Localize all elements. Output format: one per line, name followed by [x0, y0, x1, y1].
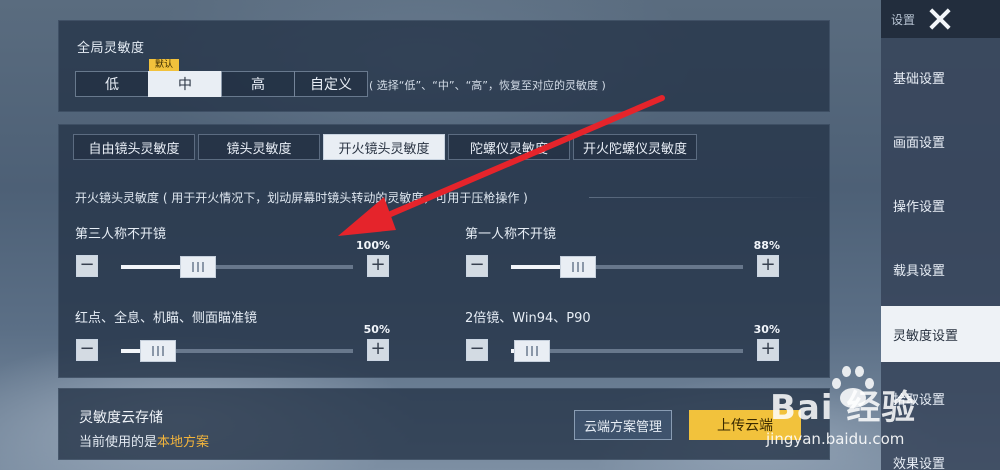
sidebar-item-graphics[interactable]: 画面设置	[881, 113, 1000, 169]
close-icon[interactable]	[925, 4, 955, 34]
sensitivity-detail-panel: 自由镜头灵敏度 镜头灵敏度 开火镜头灵敏度 陀螺仪灵敏度 开火陀螺仪灵敏度 开火…	[58, 124, 830, 378]
baidu-paw-icon	[828, 366, 878, 410]
tab-fire-camera[interactable]: 开火镜头灵敏度	[323, 134, 445, 160]
sensitivity-tabs: 自由镜头灵敏度 镜头灵敏度 开火镜头灵敏度 陀螺仪灵敏度 开火陀螺仪灵敏度	[73, 134, 700, 160]
current-scheme-value: 本地方案	[157, 435, 210, 450]
tab-gyroscope[interactable]: 陀螺仪灵敏度	[448, 134, 570, 160]
slider-thumb[interactable]	[140, 340, 177, 362]
cloud-manage-button[interactable]: 云端方案管理	[574, 410, 672, 440]
slider-fpp-no-scope: 第一人称不开镜 88% − +	[465, 223, 780, 283]
slider-track[interactable]	[121, 256, 353, 278]
slider-thumb[interactable]	[179, 256, 216, 278]
slider-thumb[interactable]	[513, 340, 550, 362]
default-tag: 默认	[149, 59, 180, 71]
sensitivity-option-medium-label: 中	[178, 77, 192, 93]
sidebar-item-controls[interactable]: 操作设置	[881, 177, 1000, 233]
global-sensitivity-selector: 低 默认 中 高 自定义	[75, 59, 368, 97]
tab-free-camera[interactable]: 自由镜头灵敏度	[73, 134, 195, 160]
sensitivity-option-custom[interactable]: 自定义	[294, 71, 368, 97]
slider-tpp-no-scope: 第三人称不开镜 100% − +	[75, 223, 390, 283]
increase-button[interactable]: +	[757, 255, 779, 277]
divider	[589, 197, 819, 198]
slider-label: 第一人称不开镜	[465, 227, 557, 242]
sidebar-header-label: 设置	[891, 13, 916, 27]
slider-red-dot-scope: 红点、全息、机瞄、侧面瞄准镜 50% − +	[75, 307, 390, 367]
current-scheme-prefix: 当前使用的是	[79, 435, 158, 450]
slider-value: 50%	[363, 323, 390, 336]
cloud-storage-title: 灵敏度云存储	[79, 410, 163, 426]
decrease-button[interactable]: −	[466, 255, 488, 277]
decrease-button[interactable]: −	[76, 339, 98, 361]
sensitivity-option-low[interactable]: 低	[75, 71, 149, 97]
tab-camera[interactable]: 镜头灵敏度	[198, 134, 320, 160]
decrease-button[interactable]: −	[76, 255, 98, 277]
increase-button[interactable]: +	[367, 339, 389, 361]
slider-label: 第三人称不开镜	[75, 227, 167, 242]
global-sensitivity-panel: 全局灵敏度 低 默认 中 高 自定义 ( 选择“低”、“中”、“高”，恢复至对应…	[58, 20, 830, 112]
cloud-storage-panel: 灵敏度云存储 当前使用的是本地方案 云端方案管理 上传云端	[58, 388, 830, 460]
slider-label: 2倍镜、Win94、P90	[465, 311, 591, 326]
sidebar-item-sensitivity[interactable]: 灵敏度设置	[881, 306, 1000, 362]
increase-button[interactable]: +	[367, 255, 389, 277]
watermark-url: jingyan.baidu.com	[766, 430, 905, 448]
tab-fire-gyroscope[interactable]: 开火陀螺仪灵敏度	[573, 134, 697, 160]
increase-button[interactable]: +	[757, 339, 779, 361]
sensitivity-option-high[interactable]: 高	[221, 71, 295, 97]
slider-label: 红点、全息、机瞄、侧面瞄准镜	[75, 311, 258, 326]
section-description: 开火镜头灵敏度 ( 用于开火情况下，划动屏幕时镜头转动的灵敏度，可用于压枪操作 …	[75, 191, 528, 205]
global-sensitivity-hint: ( 选择“低”、“中”、“高”，恢复至对应的灵敏度 )	[369, 79, 606, 92]
global-sensitivity-title: 全局灵敏度	[77, 41, 145, 56]
slider-track[interactable]	[121, 340, 353, 362]
decrease-button[interactable]: −	[466, 339, 488, 361]
slider-value: 88%	[753, 239, 780, 252]
slider-track[interactable]	[511, 340, 743, 362]
sidebar-header: 设置	[881, 0, 1000, 38]
slider-value: 100%	[356, 239, 390, 252]
sidebar-item-basic[interactable]: 基础设置	[881, 49, 1000, 105]
current-scheme: 当前使用的是本地方案	[79, 431, 209, 450]
slider-2x-scope: 2倍镜、Win94、P90 30% − +	[465, 307, 780, 367]
sensitivity-option-medium[interactable]: 默认 中	[148, 59, 222, 97]
slider-value: 30%	[753, 323, 780, 336]
slider-track[interactable]	[511, 256, 743, 278]
slider-thumb[interactable]	[560, 256, 597, 278]
sidebar-item-vehicle[interactable]: 载具设置	[881, 241, 1000, 297]
